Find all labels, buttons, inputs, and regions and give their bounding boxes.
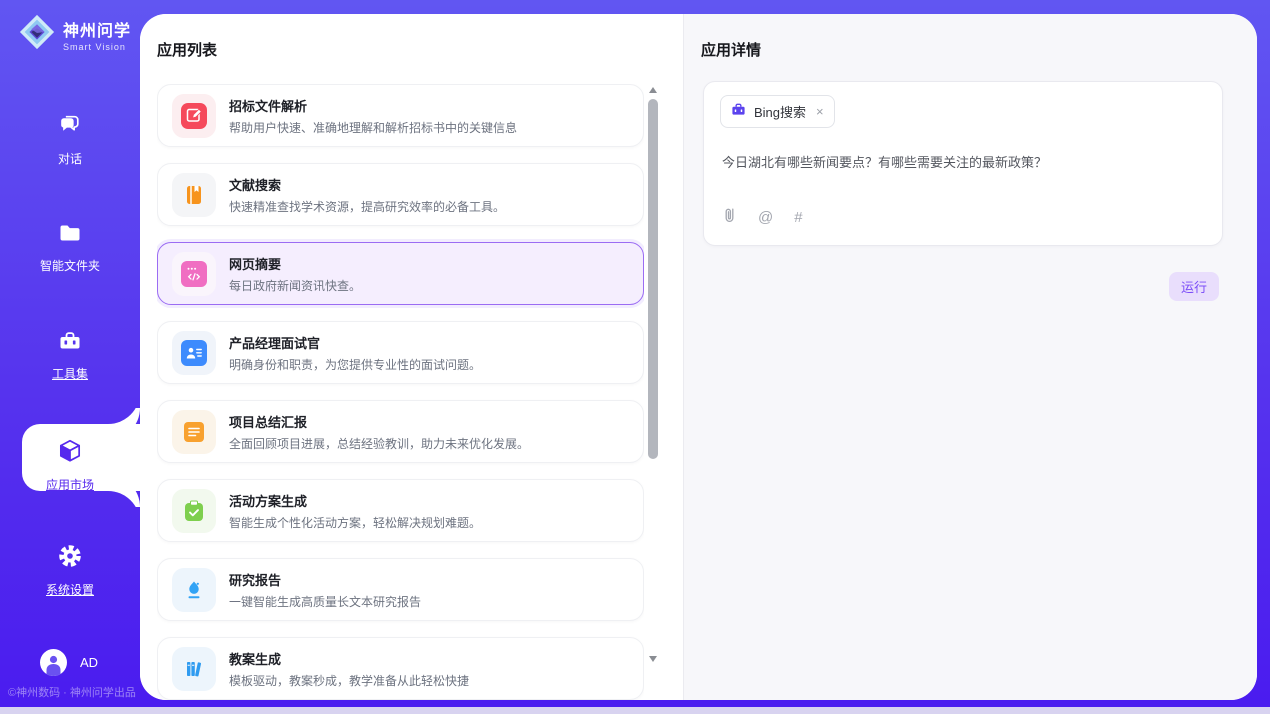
gear-icon — [56, 542, 84, 575]
sidebar-item-toolbox[interactable]: 工具集 — [0, 328, 140, 382]
list-scrollbar[interactable] — [648, 85, 659, 690]
sidebar-item-label: 智能文件夹 — [40, 257, 100, 274]
sidebar-item-label: 系统设置 — [46, 581, 94, 598]
paperclip-icon[interactable] — [722, 207, 737, 229]
sidebar-item-label: 应用市场 — [46, 476, 94, 493]
brand-subtitle: Smart Vision — [63, 42, 131, 52]
app-name: 教案生成 — [229, 649, 469, 668]
list-item[interactable]: 网页摘要每日政府新闻资讯快查。 — [157, 242, 644, 305]
app-name: 研究报告 — [229, 570, 421, 589]
brand-logo: 神州问学 Smart Vision — [18, 13, 131, 56]
app-name: 项目总结汇报 — [229, 412, 529, 431]
app-description: 全面回顾项目进展，总结经验教训，助力未来优化发展。 — [229, 435, 529, 452]
brand-name: 神州问学 — [63, 17, 131, 41]
app-detail-panel: 应用详情 Bing搜索 × 今日湖北有哪些新闻要点？有哪些需要关注的最新政 — [683, 14, 1257, 700]
app-card-text: 产品经理面试官明确身份和职责，为您提供专业性的面试问题。 — [229, 333, 481, 373]
app-description: 一键智能生成高质量长文本研究报告 — [229, 593, 421, 610]
app-detail-title: 应用详情 — [701, 39, 761, 60]
sidebar-item-cube[interactable]: 应用市场 — [0, 437, 140, 493]
ink-drop-icon — [172, 568, 216, 612]
toolbox-icon — [56, 328, 84, 359]
scroll-up-icon[interactable] — [649, 87, 657, 93]
bottom-strip — [0, 707, 1270, 714]
list-item[interactable]: 项目总结汇报全面回顾项目进展，总结经验教训，助力未来优化发展。 — [157, 400, 644, 463]
edit-doc-icon — [172, 94, 216, 138]
mention-icon[interactable]: @ — [758, 210, 773, 226]
app-card-text: 网页摘要每日政府新闻资讯快查。 — [229, 254, 361, 294]
person-icon — [40, 649, 67, 676]
app-card-text: 文献搜索快速精准查找学术资源，提高研究效率的必备工具。 — [229, 175, 505, 215]
query-card: Bing搜索 × 今日湖北有哪些新闻要点？有哪些需要关注的最新政策？ @ # — [703, 81, 1223, 246]
interviewer-icon — [172, 331, 216, 375]
copyright-footer: ©神州数码 · 神州问学出品 — [8, 684, 140, 700]
user-row[interactable]: AD — [40, 649, 98, 676]
app-name: 网页摘要 — [229, 254, 361, 273]
tool-chip-label: Bing搜索 — [754, 102, 806, 121]
report-note-icon — [172, 410, 216, 454]
app-card-text: 活动方案生成智能生成个性化活动方案，轻松解决规划难题。 — [229, 491, 481, 531]
sidebar-item-chat[interactable]: 对话 — [0, 112, 140, 167]
app-name: 活动方案生成 — [229, 491, 481, 510]
app-description: 每日政府新闻资讯快查。 — [229, 277, 361, 294]
list-item[interactable]: 活动方案生成智能生成个性化活动方案，轻松解决规划难题。 — [157, 479, 644, 542]
app-description: 快速精准查找学术资源，提高研究效率的必备工具。 — [229, 198, 505, 215]
folder-icon — [56, 220, 84, 251]
books-icon — [172, 647, 216, 691]
browser-code-icon — [172, 252, 216, 296]
list-item[interactable]: 文献搜索快速精准查找学术资源，提高研究效率的必备工具。 — [157, 163, 644, 226]
sidebar-item-folder[interactable]: 智能文件夹 — [0, 220, 140, 274]
app-list: 招标文件解析帮助用户快速、准确地理解和解析招标书中的关键信息文献搜索快速精准查找… — [157, 84, 644, 700]
app-name: 产品经理面试官 — [229, 333, 481, 352]
sidebar-item-label: 工具集 — [52, 365, 88, 382]
scroll-down-icon[interactable] — [649, 656, 657, 662]
chat-icon — [56, 112, 84, 144]
diamond-logo-icon — [18, 13, 56, 56]
app-card-text: 研究报告一键智能生成高质量长文本研究报告 — [229, 570, 421, 610]
composer-toolbar: @ # — [722, 207, 803, 229]
list-item[interactable]: 招标文件解析帮助用户快速、准确地理解和解析招标书中的关键信息 — [157, 84, 644, 147]
clipboard-check-icon — [172, 489, 216, 533]
app-description: 模板驱动，教案秒成，教学准备从此轻松快捷 — [229, 672, 469, 689]
main-shell: 应用列表 招标文件解析帮助用户快速、准确地理解和解析招标书中的关键信息文献搜索快… — [140, 14, 1257, 700]
tool-chip-bing-search[interactable]: Bing搜索 × — [720, 95, 835, 128]
close-icon[interactable]: × — [814, 104, 824, 119]
briefcase-icon — [731, 102, 746, 122]
app-card-text: 项目总结汇报全面回顾项目进展，总结经验教训，助力未来优化发展。 — [229, 412, 529, 452]
app-name: 招标文件解析 — [229, 96, 517, 115]
scrollbar-thumb[interactable] — [648, 99, 658, 459]
hash-icon[interactable]: # — [794, 210, 802, 226]
app-card-text: 教案生成模板驱动，教案秒成，教学准备从此轻松快捷 — [229, 649, 469, 689]
sidebar-item-gear[interactable]: 系统设置 — [0, 542, 140, 598]
app-description: 帮助用户快速、准确地理解和解析招标书中的关键信息 — [229, 119, 517, 136]
list-item[interactable]: 产品经理面试官明确身份和职责，为您提供专业性的面试问题。 — [157, 321, 644, 384]
book-icon — [172, 173, 216, 217]
app-name: 文献搜索 — [229, 175, 505, 194]
app-description: 明确身份和职责，为您提供专业性的面试问题。 — [229, 356, 481, 373]
user-name: AD — [80, 655, 98, 670]
run-button[interactable]: 运行 — [1169, 272, 1219, 301]
app-list-title: 应用列表 — [157, 39, 217, 60]
sidebar-item-label: 对话 — [58, 150, 82, 167]
list-item[interactable]: 研究报告一键智能生成高质量长文本研究报告 — [157, 558, 644, 621]
sidebar: 神州问学 Smart Vision 对话智能文件夹工具集应用市场系统设置 AD … — [0, 0, 140, 714]
query-text[interactable]: 今日湖北有哪些新闻要点？有哪些需要关注的最新政策？ — [722, 152, 1204, 171]
app-list-panel: 应用列表 招标文件解析帮助用户快速、准确地理解和解析招标书中的关键信息文献搜索快… — [140, 14, 683, 700]
cube-icon — [55, 437, 85, 470]
list-item[interactable]: 教案生成模板驱动，教案秒成，教学准备从此轻松快捷 — [157, 637, 644, 700]
app-card-text: 招标文件解析帮助用户快速、准确地理解和解析招标书中的关键信息 — [229, 96, 517, 136]
app-root: 神州问学 Smart Vision 对话智能文件夹工具集应用市场系统设置 AD … — [0, 0, 1270, 714]
app-description: 智能生成个性化活动方案，轻松解决规划难题。 — [229, 514, 481, 531]
